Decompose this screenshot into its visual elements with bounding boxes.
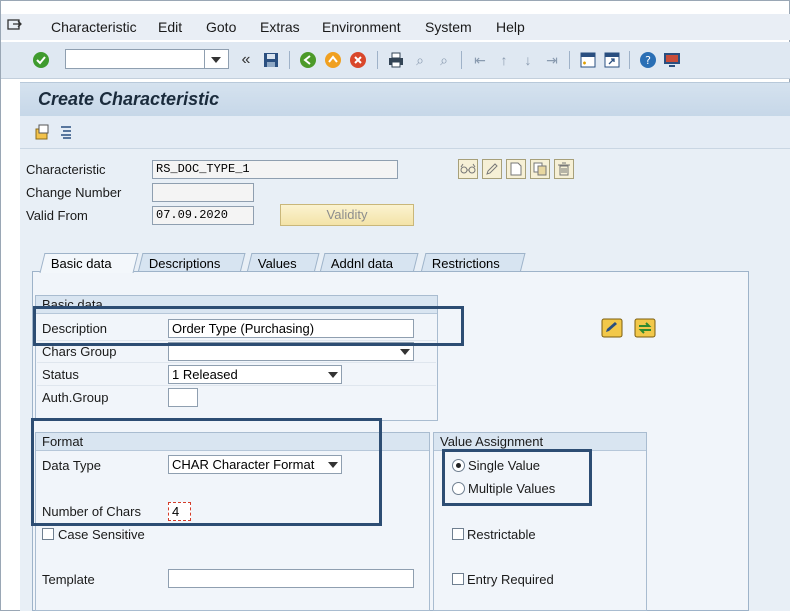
menu-system[interactable]: System — [425, 19, 472, 35]
menu-icon[interactable] — [7, 18, 23, 32]
hierarchy-icon[interactable] — [58, 124, 74, 140]
chars-group-label: Chars Group — [42, 344, 117, 359]
prev-page-icon[interactable]: ↑ — [495, 51, 513, 69]
help-icon[interactable]: ? — [639, 51, 657, 69]
tab-descriptions[interactable]: Descriptions — [137, 253, 246, 273]
menu-help[interactable]: Help — [496, 19, 525, 35]
value-assignment-group-title: Value Assignment — [440, 434, 544, 449]
save-icon[interactable] — [262, 51, 280, 69]
copy-icon[interactable] — [530, 159, 550, 179]
title-bar: Create Characteristic — [20, 82, 790, 117]
template-label: Template — [42, 572, 95, 587]
back-icon[interactable] — [299, 51, 317, 69]
menu-edit[interactable]: Edit — [158, 19, 182, 35]
valid-from-field[interactable]: 07.09.2020 — [152, 206, 254, 225]
menu-environment[interactable]: Environment — [322, 19, 401, 35]
auth-group-field[interactable] — [168, 388, 198, 407]
status-select[interactable]: 1 Released — [168, 365, 342, 384]
tab-addnl-data[interactable]: Addnl data — [319, 253, 419, 273]
print-icon[interactable] — [387, 51, 405, 69]
command-field[interactable] — [65, 49, 205, 69]
page-title: Create Characteristic — [38, 89, 220, 109]
change-number-label: Change Number — [26, 185, 122, 200]
characteristic-field[interactable]: RS_DOC_TYPE_1 — [152, 160, 398, 179]
validity-button[interactable]: Validity — [280, 204, 414, 226]
menu-characteristic[interactable]: Characteristic — [51, 19, 137, 35]
shortcut-icon[interactable] — [603, 51, 621, 69]
find-next-icon[interactable]: ⌕ — [435, 51, 453, 69]
chevron-down-icon — [400, 349, 410, 355]
svg-text:?: ? — [645, 54, 651, 67]
menu-extras[interactable]: Extras — [260, 19, 300, 35]
valid-from-label: Valid From — [26, 208, 88, 223]
menu-bar: Characteristic Edit Goto Extras Environm… — [1, 14, 790, 40]
standard-toolbar: « ⌕ ⌕ ⇤ ↑ ↓ ⇥ ? — [1, 42, 790, 79]
last-page-icon[interactable]: ⇥ — [543, 51, 561, 69]
customize-icon[interactable] — [663, 51, 681, 69]
status-label: Status — [42, 367, 79, 382]
menu-goto[interactable]: Goto — [206, 19, 236, 35]
chevron-down-icon — [328, 372, 338, 378]
entry-required-checkbox[interactable] — [452, 573, 464, 585]
tab-values[interactable]: Values — [246, 253, 320, 273]
auth-group-label: Auth.Group — [42, 390, 109, 405]
create-session-icon[interactable] — [579, 51, 597, 69]
exit-icon[interactable] — [324, 51, 342, 69]
case-sensitive-label: Case Sensitive — [58, 527, 145, 542]
entry-required-label: Entry Required — [467, 572, 554, 587]
other-characteristic-icon[interactable] — [34, 124, 50, 140]
translate-icon[interactable] — [634, 318, 656, 338]
create-page-icon[interactable] — [506, 159, 526, 179]
edit-text-icon[interactable] — [601, 318, 623, 338]
description-highlight-box — [33, 306, 464, 346]
find-icon[interactable]: ⌕ — [411, 51, 429, 69]
change-pencil-icon[interactable] — [482, 159, 502, 179]
check-icon[interactable] — [32, 51, 50, 69]
format-highlight-box — [31, 418, 382, 526]
characteristic-label: Characteristic — [26, 162, 106, 177]
restrictable-label: Restrictable — [467, 527, 536, 542]
command-dropdown-button[interactable] — [205, 49, 229, 69]
application-toolbar — [20, 116, 790, 149]
back-double-icon[interactable]: « — [237, 51, 255, 69]
next-page-icon[interactable]: ↓ — [519, 51, 537, 69]
display-glasses-icon[interactable] — [458, 159, 478, 179]
first-page-icon[interactable]: ⇤ — [471, 51, 489, 69]
case-sensitive-checkbox[interactable] — [42, 528, 54, 540]
value-assignment-highlight-box — [442, 449, 592, 506]
change-number-field[interactable] — [152, 183, 254, 202]
delete-trash-icon[interactable] — [554, 159, 574, 179]
tab-restrictions[interactable]: Restrictions — [420, 253, 526, 273]
tab-basic-data[interactable]: Basic data — [39, 253, 139, 273]
cancel-icon[interactable] — [349, 51, 367, 69]
restrictable-checkbox[interactable] — [452, 528, 464, 540]
template-field[interactable] — [168, 569, 414, 588]
